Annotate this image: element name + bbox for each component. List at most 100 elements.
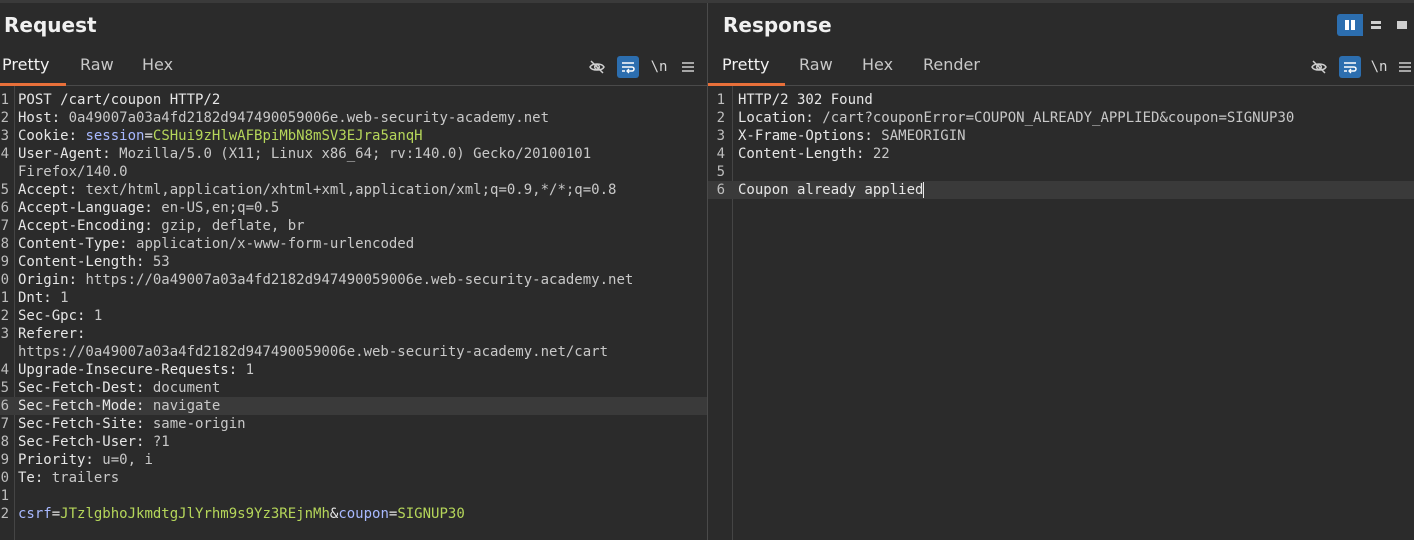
request-tabs: Pretty Raw Hex \n: [0, 48, 707, 86]
request-title: Request: [4, 13, 97, 37]
wrap-icon[interactable]: [1339, 56, 1361, 78]
request-line[interactable]: https://0a49007a03a4fd2182d947490059006e…: [0, 343, 707, 361]
response-title: Response: [723, 13, 832, 37]
code-token: Content-Type:: [18, 236, 137, 252]
code-token: 22: [872, 146, 890, 162]
line-number: 6: [716, 182, 725, 198]
line-code: Location: /cart?couponError=COUPON_ALREA…: [738, 109, 1294, 127]
request-line[interactable]: 9 Content-Length: 53: [0, 253, 707, 271]
request-line[interactable]: 7 Sec-Fetch-Site: same-origin: [0, 415, 707, 433]
newline-icon[interactable]: \n: [648, 56, 670, 78]
response-editor[interactable]: 1 HTTP/2 302 Found 2 Location: /cart?coupon…: [708, 86, 1414, 540]
code-token: Upgrade-Insecure-Requests:: [18, 362, 246, 378]
code-token: text/html,application/xhtml+xml,applicat…: [85, 182, 617, 198]
response-line[interactable]: 5: [708, 163, 1414, 181]
request-line[interactable]: 6 Accept-Language: en-US,en;q=0.5: [0, 199, 707, 217]
line-number: 2: [716, 110, 725, 126]
response-tab-pretty[interactable]: Pretty: [722, 55, 769, 74]
line-number: 4: [0, 362, 9, 378]
request-panel: Request Pretty Raw Hex \n 1 POST /cart/co…: [0, 3, 707, 540]
request-line[interactable]: 5 Sec-Fetch-Dest: document: [0, 379, 707, 397]
response-panel: Response Pretty Raw Hex Render \n 1 HTTP…: [708, 3, 1414, 540]
line-number: 4: [0, 146, 9, 162]
request-line[interactable]: 3 Referer:: [0, 325, 707, 343]
line-code: Dnt: 1: [18, 289, 69, 307]
layout-single-icon[interactable]: [1389, 14, 1414, 36]
layout-switch: [1337, 14, 1414, 36]
request-line[interactable]: 0 Origin: https://0a49007a03a4fd2182d9474…: [0, 271, 707, 289]
line-code: csrf=JTzlgbhoJkmdtgJlYrhm9s9Yz3REjnMh&co…: [18, 505, 465, 523]
request-tab-hex[interactable]: Hex: [142, 55, 173, 74]
code-token: Sec-Fetch-User:: [18, 434, 153, 450]
layout-split-icon[interactable]: [1337, 14, 1363, 36]
code-token: https://0a49007a03a4fd2182d947490059006e…: [18, 344, 609, 360]
line-code: User-Agent: Mozilla/5.0 (X11; Linux x86_…: [18, 145, 591, 163]
code-token: trailers: [51, 470, 120, 486]
request-line[interactable]: 2 Host: 0a49007a03a4fd2182d947490059006e.…: [0, 109, 707, 127]
line-code: Origin: https://0a49007a03a4fd2182d94749…: [18, 271, 633, 289]
line-number: 1: [0, 290, 9, 306]
request-toolbar: \n: [586, 56, 706, 78]
code-token: /cart?couponError=COUPON_ALREADY_APPLIED…: [822, 110, 1295, 126]
request-line[interactable]: 7 Accept-Encoding: gzip, deflate, br: [0, 217, 707, 235]
line-number: 3: [716, 128, 725, 144]
request-line[interactable]: 0 Te: trailers: [0, 469, 707, 487]
line-number: 1: [0, 488, 9, 504]
menu-icon[interactable]: [1394, 56, 1414, 78]
request-line[interactable]: 5 Accept: text/html,application/xhtml+xml…: [0, 181, 707, 199]
newline-label: \n: [650, 59, 668, 75]
request-line[interactable]: 1 POST /cart/coupon HTTP/2: [0, 91, 707, 109]
line-code: Content-Type: application/x-www-form-url…: [18, 235, 414, 253]
code-token: Dnt:: [18, 290, 61, 306]
hide-icon[interactable]: [1308, 56, 1330, 78]
line-code: Content-Length: 53: [18, 253, 170, 271]
line-code: Sec-Gpc: 1: [18, 307, 102, 325]
code-token: Sec-Fetch-Site:: [18, 416, 153, 432]
request-line[interactable]: 6 Sec-Fetch-Mode: navigate: [0, 397, 707, 415]
request-editor[interactable]: 1 POST /cart/coupon HTTP/2 2 Host: 0a49007a…: [0, 86, 707, 540]
response-tab-hex[interactable]: Hex: [862, 55, 893, 74]
request-line[interactable]: 8 Sec-Fetch-User: ?1: [0, 433, 707, 451]
request-line[interactable]: 4 User-Agent: Mozilla/5.0 (X11; Linux x86…: [0, 145, 707, 163]
line-code: Upgrade-Insecure-Requests: 1: [18, 361, 254, 379]
line-number: 2: [0, 506, 9, 522]
response-line[interactable]: 4 Content-Length: 22: [708, 145, 1414, 163]
layout-stack-icon[interactable]: [1363, 14, 1389, 36]
code-token: Coupon already applied: [738, 182, 924, 198]
line-code: Content-Length: 22: [738, 145, 890, 163]
code-token: Content-Length:: [738, 146, 873, 162]
request-line[interactable]: 1: [0, 487, 707, 505]
code-token: 1: [93, 308, 103, 324]
response-line[interactable]: 6 Coupon already applied: [708, 181, 1414, 199]
code-token: JTzlgbhoJkmdtgJlYrhm9s9Yz3REjnMh: [60, 506, 330, 522]
request-tab-raw[interactable]: Raw: [80, 55, 114, 74]
request-line[interactable]: 3 Cookie: session=CSHui9zHlwAFBpiMbN8mSV3…: [0, 127, 707, 145]
line-number: 9: [0, 452, 9, 468]
code-token: Accept-Encoding:: [18, 218, 162, 234]
request-line[interactable]: 9 Priority: u=0, i: [0, 451, 707, 469]
line-code: Sec-Fetch-Site: same-origin: [18, 415, 246, 433]
wrap-icon[interactable]: [617, 56, 639, 78]
request-line[interactable]: 4 Upgrade-Insecure-Requests: 1: [0, 361, 707, 379]
menu-icon[interactable]: [677, 56, 699, 78]
response-tab-raw[interactable]: Raw: [799, 55, 833, 74]
code-token: document: [152, 380, 221, 396]
request-line[interactable]: Firefox/140.0: [0, 163, 707, 181]
request-line[interactable]: 8 Content-Type: application/x-www-form-ur…: [0, 235, 707, 253]
line-code: Sec-Fetch-Dest: document: [18, 379, 220, 397]
request-line[interactable]: 2 csrf=JTzlgbhoJkmdtgJlYrhm9s9Yz3REjnMh&c…: [0, 505, 707, 523]
response-line[interactable]: 1 HTTP/2 302 Found: [708, 91, 1414, 109]
request-tab-pretty[interactable]: Pretty: [2, 55, 49, 74]
code-token: User-Agent:: [18, 146, 120, 162]
code-token: POST /cart/coupon HTTP/2: [18, 92, 221, 108]
response-line[interactable]: 2 Location: /cart?couponError=COUPON_ALRE…: [708, 109, 1414, 127]
line-number: 5: [0, 182, 9, 198]
response-line[interactable]: 3 X-Frame-Options: SAMEORIGIN: [708, 127, 1414, 145]
code-token: CSHui9zHlwAFBpiMbN8mSV3EJra5anqH: [152, 128, 423, 144]
hide-icon[interactable]: [586, 56, 608, 78]
newline-icon[interactable]: \n: [1368, 56, 1390, 78]
request-line[interactable]: 2 Sec-Gpc: 1: [0, 307, 707, 325]
response-tab-render[interactable]: Render: [923, 55, 980, 74]
request-line[interactable]: 1 Dnt: 1: [0, 289, 707, 307]
code-token: =: [144, 128, 153, 144]
